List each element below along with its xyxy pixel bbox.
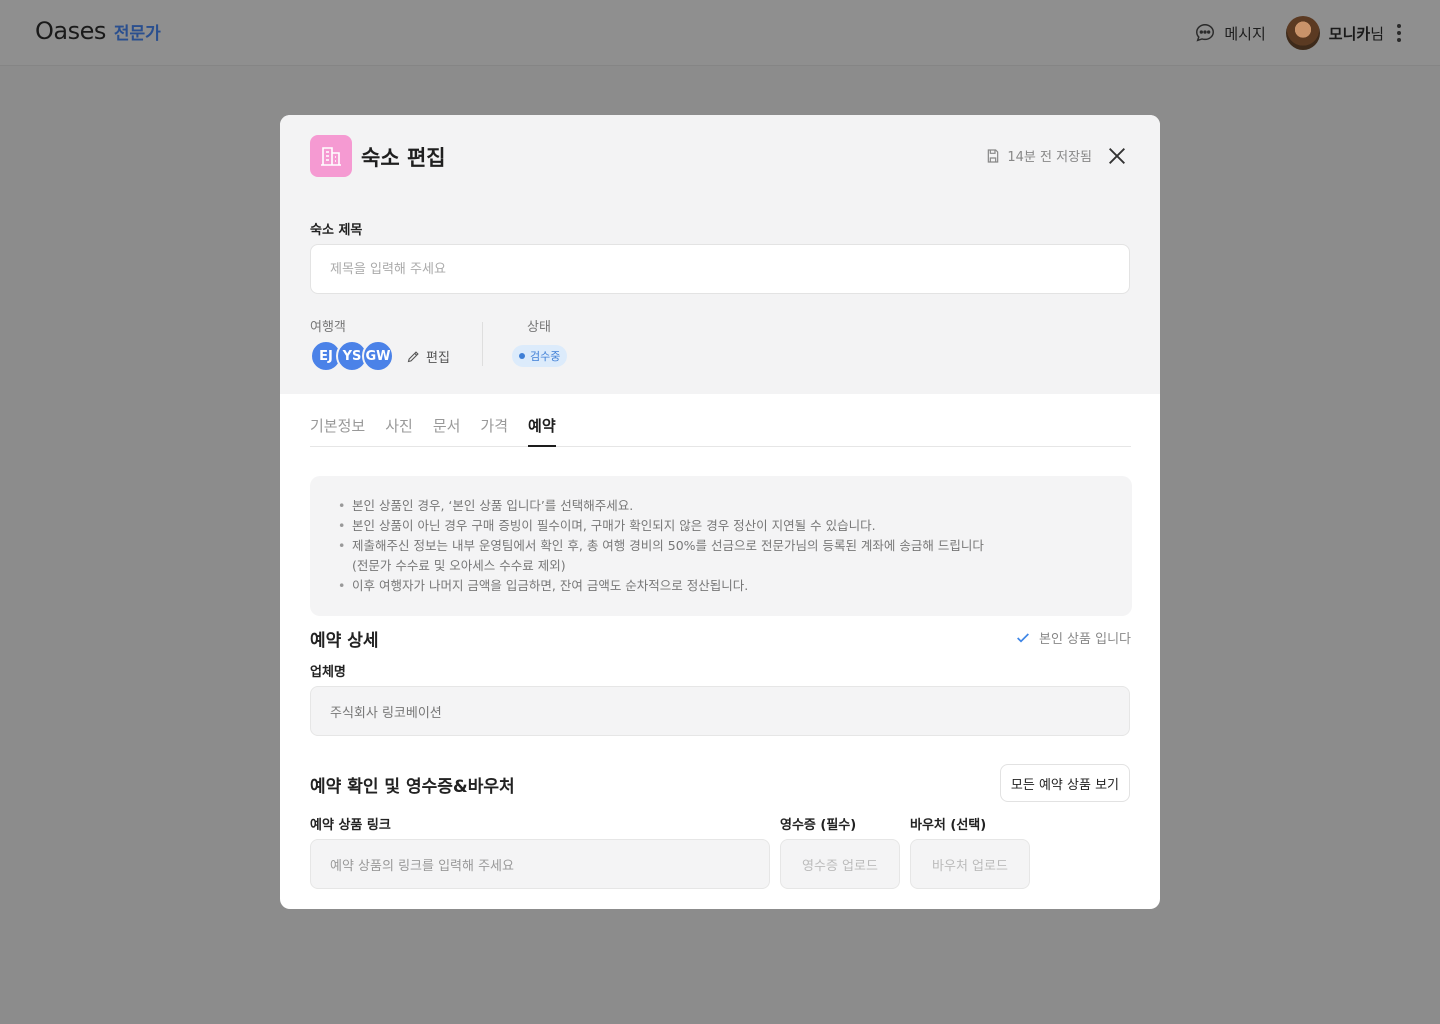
close-icon[interactable] <box>1106 145 1128 167</box>
company-label: 업체명 <box>310 665 346 680</box>
status-dot-icon <box>519 353 525 359</box>
notice-item: 이후 여행자가 나머지 금액을 입금하면, 잔여 금액도 순차적으로 정산됩니다… <box>338 576 1104 596</box>
divider <box>482 322 483 366</box>
brand-tag: 전문가 <box>113 24 161 44</box>
brand-name: Oases <box>35 17 106 45</box>
own-product-label: 본인 상품 입니다 <box>1039 632 1131 647</box>
more-menu-icon[interactable] <box>1396 24 1402 42</box>
travelers-label: 여행객 <box>310 320 346 335</box>
user-avatar[interactable] <box>1285 16 1320 50</box>
company-field[interactable]: 주식회사 링코베이션 <box>310 686 1130 736</box>
pencil-icon <box>407 350 419 362</box>
product-link-input[interactable]: 예약 상품의 링크를 입력해 주세요 <box>310 839 770 889</box>
travelers-row: EJ YS GW 편집 <box>310 340 450 372</box>
notice-item: 본인 상품인 경우, ‘본인 상품 입니다’를 선택해주세요. <box>338 496 1104 516</box>
top-bar: Oases 전문가 메시지 모니카 님 <box>0 0 1440 66</box>
voucher-label: 바우처 (선택) <box>910 818 987 833</box>
autosave-status: 14분 전 저장됨 <box>985 146 1092 165</box>
save-icon <box>988 148 999 163</box>
own-product-toggle[interactable]: 본인 상품 입니다 <box>1015 628 1131 647</box>
notice-subtext: (전문가 수수료 및 오아세스 수수료 제외) <box>352 558 566 573</box>
edit-travelers-button[interactable]: 편집 <box>406 347 450 366</box>
messages-button[interactable]: 메시지 <box>1194 22 1266 44</box>
modal-title: 숙소 편집 <box>361 146 446 170</box>
notice-item: 본인 상품이 아닌 경우 구매 증빙이 필수이며, 구매가 확인되지 않은 경우… <box>338 516 1104 536</box>
user-name-suffix: 님 <box>1370 24 1384 43</box>
receipt-label: 영수증 (필수) <box>780 818 857 833</box>
tab-basic-info[interactable]: 기본정보 <box>310 416 365 447</box>
building-icon <box>310 135 352 177</box>
status-value: 검수중 <box>530 350 561 363</box>
messages-label: 메시지 <box>1224 24 1266 43</box>
notice-box: 본인 상품인 경우, ‘본인 상품 입니다’를 선택해주세요. 본인 상품이 아… <box>310 476 1132 616</box>
receipt-upload-button[interactable]: 영수증 업로드 <box>780 839 900 889</box>
edit-lodging-modal: 숙소 편집 14분 전 저장됨 숙소 제목 여행객 EJ YS GW 편집 상태… <box>280 115 1160 909</box>
tab-photos[interactable]: 사진 <box>385 416 413 447</box>
tab-bar: 기본정보 사진 문서 가격 예약 <box>310 416 1131 447</box>
brand-logo[interactable]: Oases 전문가 <box>35 17 161 45</box>
reservation-detail-title: 예약 상세 <box>310 631 379 651</box>
top-right-actions: 메시지 모니카 님 <box>1194 15 1402 51</box>
company-value: 주식회사 링코베이션 <box>330 705 442 721</box>
lodging-title-input[interactable] <box>310 244 1130 294</box>
tab-price[interactable]: 가격 <box>480 416 508 447</box>
product-link-label: 예약 상품 링크 <box>310 818 391 833</box>
notice-text: 제출해주신 정보는 내부 운영팀에서 확인 후, 총 여행 경비의 50%를 선… <box>352 538 984 553</box>
traveler-avatar[interactable]: GW <box>362 340 394 372</box>
edit-label: 편집 <box>426 350 450 366</box>
lodging-title-label: 숙소 제목 <box>310 223 363 238</box>
chat-bubble-icon <box>1196 24 1215 42</box>
receipt-section-title: 예약 확인 및 영수증&바우처 <box>310 777 515 797</box>
tab-documents[interactable]: 문서 <box>433 416 461 447</box>
voucher-upload-button[interactable]: 바우처 업로드 <box>910 839 1030 889</box>
user-name: 모니카 <box>1328 24 1371 43</box>
status-label: 상태 <box>527 320 551 335</box>
product-link-placeholder: 예약 상품의 링크를 입력해 주세요 <box>330 858 514 874</box>
check-icon <box>1017 632 1029 643</box>
status-badge: 검수중 <box>512 345 568 367</box>
view-all-reservations-button[interactable]: 모든 예약 상품 보기 <box>999 764 1130 802</box>
autosave-text: 14분 전 저장됨 <box>1007 150 1092 165</box>
notice-item: 제출해주신 정보는 내부 운영팀에서 확인 후, 총 여행 경비의 50%를 선… <box>338 536 1104 576</box>
tab-reservation[interactable]: 예약 <box>528 416 556 447</box>
